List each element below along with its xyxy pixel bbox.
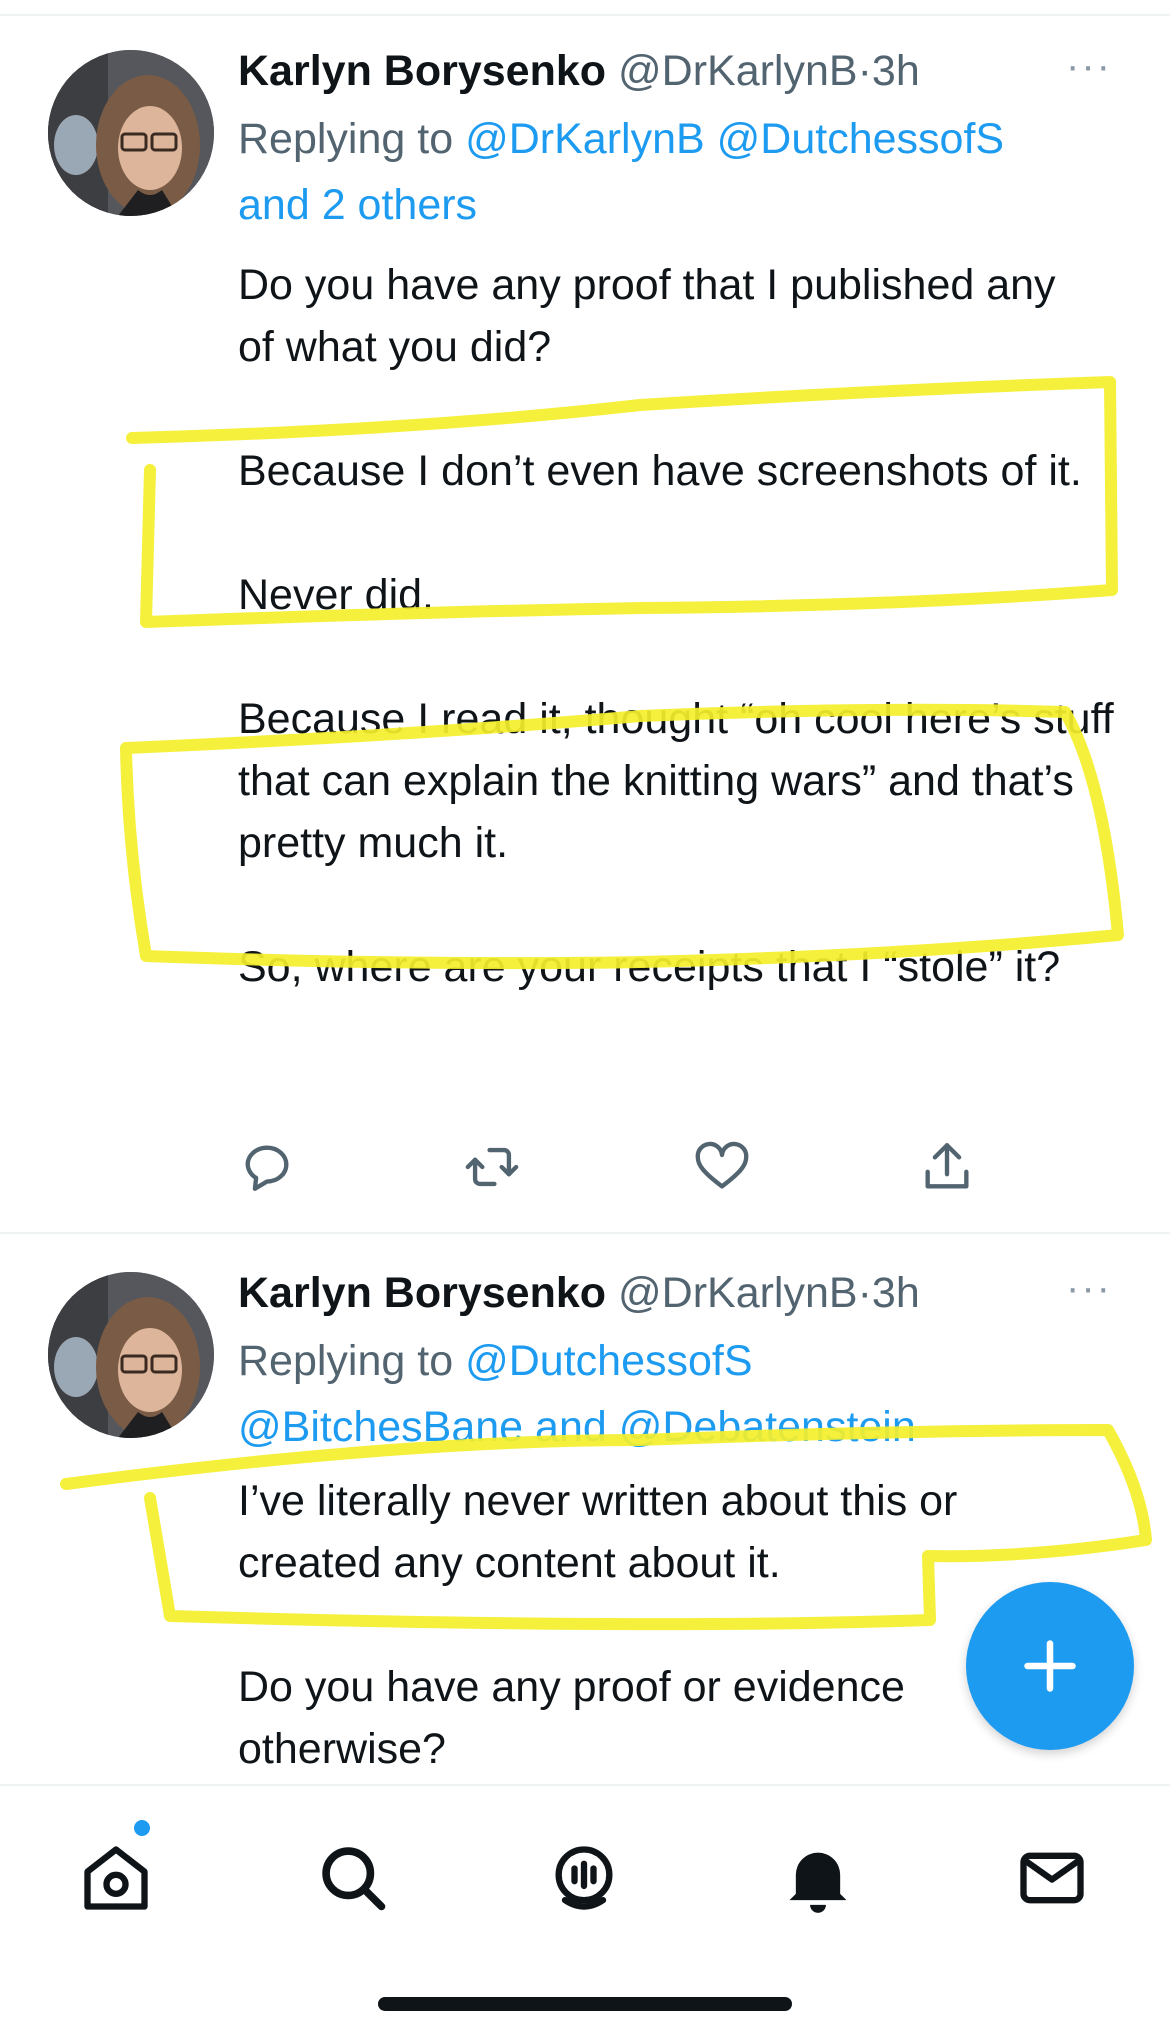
user-handle[interactable]: @DrKarlynB bbox=[618, 1269, 858, 1317]
replying-to: Replying to @DutchessofS @BitchesBane an… bbox=[238, 1328, 1118, 1460]
separator: · bbox=[857, 1269, 872, 1317]
tweet-paragraph: Do you have any proof or evidence otherw… bbox=[238, 1663, 905, 1773]
tweet-paragraph: Never did. bbox=[238, 571, 434, 619]
avatar-photo bbox=[48, 1272, 214, 1438]
share-icon[interactable] bbox=[918, 1138, 976, 1196]
mention-link[interactable]: @DutchessofS bbox=[717, 115, 1004, 163]
tweet-actions bbox=[238, 1138, 1018, 1198]
tweet-divider bbox=[0, 1232, 1170, 1234]
top-divider bbox=[0, 14, 1170, 16]
user-handle[interactable]: @DrKarlynB bbox=[618, 47, 858, 95]
timestamp[interactable]: 3h bbox=[872, 47, 920, 95]
compose-plus-icon bbox=[1024, 1640, 1076, 1692]
avatar[interactable] bbox=[48, 50, 214, 216]
home-icon[interactable] bbox=[78, 1840, 154, 1916]
replying-prefix: Replying to bbox=[238, 1337, 454, 1385]
timestamp[interactable]: 3h bbox=[872, 1269, 920, 1317]
tweet-paragraph: I’ve literally never written about this … bbox=[238, 1477, 958, 1587]
avatar-photo bbox=[48, 50, 214, 216]
mention-link[interactable]: @DrKarlynB bbox=[465, 115, 705, 163]
tweet-paragraph: Because I don’t even have screenshots of… bbox=[238, 447, 1082, 495]
display-name[interactable]: Karlyn Borysenko bbox=[238, 47, 606, 95]
others-link[interactable]: and 2 others bbox=[238, 181, 477, 229]
tweet-paragraph: Because I read it, thought “oh cool here… bbox=[238, 695, 1114, 867]
avatar[interactable] bbox=[48, 1272, 214, 1438]
bottom-tab-bar bbox=[0, 1784, 1170, 2035]
tweet-paragraph: Do you have any proof that I published a… bbox=[238, 261, 1056, 371]
like-icon[interactable] bbox=[693, 1138, 751, 1196]
retweet-icon[interactable] bbox=[463, 1138, 521, 1196]
replying-prefix: Replying to bbox=[238, 115, 454, 163]
notifications-icon[interactable] bbox=[780, 1840, 856, 1916]
tweet-text: Do you have any proof that I published a… bbox=[238, 254, 1118, 998]
mention-link[interactable]: @DutchessofS bbox=[465, 1337, 752, 1385]
compose-button[interactable] bbox=[966, 1582, 1134, 1750]
more-options-icon[interactable]: ··· bbox=[1066, 44, 1112, 89]
mention-link[interactable]: @BitchesBane and @Debatenstein bbox=[238, 1403, 916, 1451]
messages-icon[interactable] bbox=[1014, 1840, 1090, 1916]
search-icon[interactable] bbox=[315, 1840, 391, 1916]
spaces-icon[interactable] bbox=[546, 1840, 622, 1916]
new-content-dot bbox=[134, 1820, 150, 1836]
home-indicator bbox=[378, 1997, 792, 2011]
tweet-paragraph: So, where are your receipts that I “stol… bbox=[238, 943, 1061, 991]
tweet-header: Karlyn Borysenko @DrKarlynB·3h bbox=[238, 1266, 920, 1320]
replying-to: Replying to @DrKarlynB @DutchessofS and … bbox=[238, 106, 1118, 238]
display-name[interactable]: Karlyn Borysenko bbox=[238, 1269, 606, 1317]
separator: · bbox=[857, 47, 872, 95]
tweet-header: Karlyn Borysenko @DrKarlynB·3h bbox=[238, 44, 920, 98]
more-options-icon[interactable]: ··· bbox=[1066, 1266, 1112, 1311]
reply-icon[interactable] bbox=[238, 1138, 296, 1196]
